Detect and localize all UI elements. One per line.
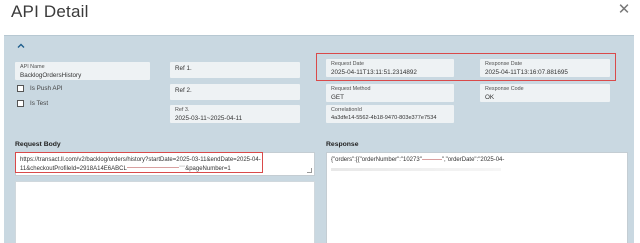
dialog-title: API Detail (11, 2, 89, 21)
ref3-value: 2025-03-11~2025-04-11 (175, 115, 243, 122)
request-body-lower-area (15, 181, 315, 243)
detail-panel: API Name BacklogOrdersHistory Is Push AP… (4, 35, 634, 243)
correlation-id-value: 4a3dfe14-5562-4b18-9470-803e377e7534 (331, 115, 437, 121)
response-redaction-mark (421, 158, 442, 160)
request-method-field: Request Method GET (326, 84, 454, 102)
correlation-id-label: CorrelationId (331, 107, 362, 113)
correlation-id-field: CorrelationId 4a3dfe14-5562-4b18-9470-80… (326, 105, 454, 123)
ref3-field: Ref 3. 2025-03-11~2025-04-11 (170, 105, 300, 123)
request-method-label: Request Method (331, 86, 371, 92)
ref3-label: Ref 3. (175, 107, 190, 113)
response-code-field: Response Code OK (480, 84, 610, 102)
api-name-value: BacklogOrdersHistory (20, 72, 82, 79)
request-method-value: GET (331, 94, 344, 101)
request-date-value: 2025-04-11T13:11:51.2314892 (331, 69, 417, 76)
request-date-field: Request Date 2025-04-11T13:11:51.2314892 (326, 59, 454, 77)
response-label: Response (326, 141, 359, 148)
close-icon[interactable]: ✕ (617, 2, 631, 17)
request-body-label: Request Body (15, 141, 61, 148)
is-test-checkbox[interactable] (17, 100, 24, 107)
response-date-field: Response Date 2025-04-11T13:16:07.881695 (480, 59, 610, 77)
dialog-header: API Detail ✕ (0, 0, 640, 30)
request-body-highlight (15, 152, 263, 173)
api-name-label: API Name (20, 64, 45, 70)
chevron-up-icon[interactable] (16, 41, 26, 51)
ref2-label: Ref 2. (175, 87, 192, 94)
response-code-label: Response Code (485, 86, 524, 92)
api-name-field: API Name BacklogOrdersHistory (15, 62, 150, 80)
is-push-api-label: Is Push API (30, 85, 63, 92)
response-code-value: OK (485, 94, 495, 101)
is-test-label: Is Test (30, 100, 49, 107)
is-push-api-row[interactable]: Is Push API (17, 85, 63, 92)
request-date-label: Request Date (331, 61, 364, 67)
ref2-field: Ref 2. (170, 84, 300, 100)
response-line1: {"orders":[{"orderNumber":"10273" ","orde… (331, 156, 623, 165)
response-date-value: 2025-04-11T13:16:07.881695 (485, 69, 568, 76)
response-date-label: Response Date (485, 61, 523, 67)
ref1-label: Ref 1. (175, 65, 192, 72)
response-line2 (331, 167, 501, 171)
response-textarea[interactable]: {"orders":[{"orderNumber":"10273" ","orde… (326, 152, 628, 243)
ref1-field: Ref 1. (170, 62, 300, 78)
resize-grip-icon[interactable] (307, 168, 312, 173)
is-push-api-checkbox[interactable] (17, 85, 24, 92)
response-line1-b: ","orderDate":"2025-04- (441, 157, 505, 163)
response-line1-a: {"orders":[{"orderNumber":"10273" (331, 157, 422, 163)
is-test-row[interactable]: Is Test (17, 100, 48, 107)
